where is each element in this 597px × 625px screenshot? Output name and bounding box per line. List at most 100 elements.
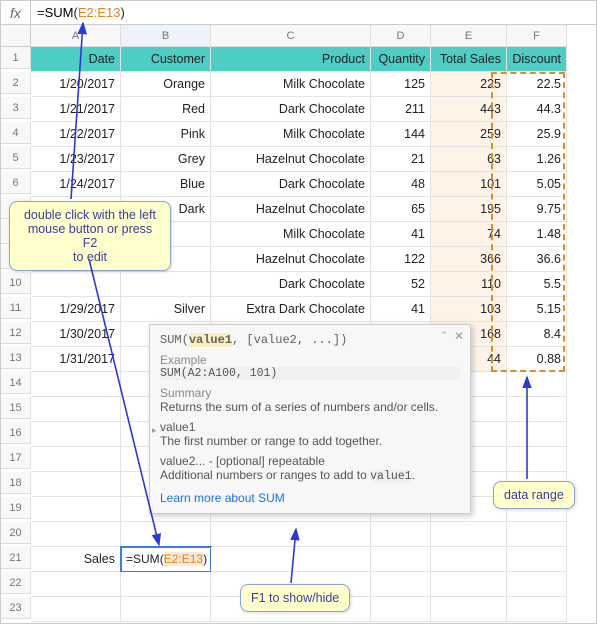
cell[interactable]: 110 (431, 272, 507, 297)
cell[interactable]: 125 (371, 72, 431, 97)
col-header-f[interactable]: F (507, 25, 567, 47)
cell[interactable]: 8.4 (507, 322, 567, 347)
cell[interactable] (371, 572, 431, 597)
row-header[interactable]: 20 (1, 522, 31, 544)
cell[interactable]: Orange (121, 72, 211, 97)
cell[interactable] (507, 372, 567, 397)
cell[interactable] (31, 497, 121, 522)
cell[interactable]: 1.48 (507, 222, 567, 247)
cell[interactable]: 65 (371, 197, 431, 222)
row-header[interactable]: 5 (1, 147, 31, 169)
cell[interactable]: 0.88 (507, 347, 567, 372)
caret-up-icon[interactable]: ⌃ (440, 330, 448, 341)
col-header-d[interactable]: D (371, 25, 431, 47)
row-header[interactable]: 6 (1, 172, 31, 194)
cell[interactable] (431, 547, 507, 572)
row-header[interactable]: 4 (1, 122, 31, 144)
cell[interactable] (31, 472, 121, 497)
cell[interactable]: 22.5 (507, 72, 567, 97)
cell[interactable]: 225 (431, 72, 507, 97)
row-header[interactable]: 2 (1, 72, 31, 94)
cell[interactable] (431, 572, 507, 597)
cell[interactable]: 1/20/2017 (31, 72, 121, 97)
cell[interactable]: Milk Chocolate (211, 122, 371, 147)
cell[interactable]: Hazelnut Chocolate (211, 247, 371, 272)
cell[interactable]: Customer (121, 47, 211, 72)
learn-more-link[interactable]: Learn more about SUM (160, 491, 285, 505)
cell[interactable] (31, 522, 121, 547)
formula-input[interactable]: =SUM(E2:E13) (31, 5, 125, 20)
col-header-b[interactable]: B (121, 25, 211, 47)
cell[interactable] (507, 547, 567, 572)
cell[interactable]: 1/22/2017 (31, 122, 121, 147)
cell[interactable] (371, 522, 431, 547)
row-header[interactable]: 21 (1, 547, 31, 569)
cell[interactable] (121, 597, 211, 622)
row-header[interactable]: 12 (1, 322, 31, 344)
row-header[interactable]: 10 (1, 272, 31, 294)
cell[interactable] (121, 522, 211, 547)
cell[interactable] (31, 397, 121, 422)
cell[interactable]: Discount (507, 47, 567, 72)
close-icon[interactable]: ✕ (454, 329, 464, 343)
row-header[interactable]: 19 (1, 497, 31, 519)
row-header[interactable]: 1 (1, 47, 31, 69)
col-header-a[interactable]: A (31, 25, 121, 47)
cell[interactable] (371, 547, 431, 572)
col-header-c[interactable]: C (211, 25, 371, 47)
row-header[interactable]: 11 (1, 297, 31, 319)
row-header[interactable]: 13 (1, 347, 31, 369)
cell[interactable]: Date (31, 47, 121, 72)
cell[interactable]: Red (121, 97, 211, 122)
cell[interactable]: 1/29/2017 (31, 297, 121, 322)
cell[interactable]: 366 (431, 247, 507, 272)
cell[interactable] (507, 447, 567, 472)
cell[interactable]: Sales (31, 547, 121, 572)
col-header-e[interactable]: E (431, 25, 507, 47)
cell[interactable]: 36.6 (507, 247, 567, 272)
cell[interactable]: 63 (431, 147, 507, 172)
cell[interactable]: 103 (431, 297, 507, 322)
cell[interactable]: 5.5 (507, 272, 567, 297)
cell[interactable] (31, 272, 121, 297)
cell[interactable]: Pink (121, 122, 211, 147)
row-header[interactable]: 14 (1, 372, 31, 394)
cell[interactable]: Dark Chocolate (211, 172, 371, 197)
active-cell[interactable]: =SUM(E2:E13) (121, 547, 211, 572)
cell[interactable]: Dark Chocolate (211, 272, 371, 297)
cell[interactable]: 1.26 (507, 147, 567, 172)
row-header[interactable]: 18 (1, 472, 31, 494)
cell[interactable]: Hazelnut Chocolate (211, 147, 371, 172)
cell[interactable]: 21 (371, 147, 431, 172)
row-header[interactable]: 15 (1, 397, 31, 419)
cell[interactable]: Silver (121, 297, 211, 322)
cell[interactable] (507, 522, 567, 547)
cell[interactable]: 48 (371, 172, 431, 197)
cell[interactable]: 5.05 (507, 172, 567, 197)
cell[interactable]: 41 (371, 222, 431, 247)
cell[interactable]: 195 (431, 197, 507, 222)
cell[interactable] (211, 522, 371, 547)
cell[interactable] (31, 572, 121, 597)
cell[interactable]: 1/31/2017 (31, 347, 121, 372)
cell[interactable] (507, 397, 567, 422)
cell[interactable] (211, 547, 371, 572)
cell[interactable]: 144 (371, 122, 431, 147)
cell[interactable]: Total Sales (431, 47, 507, 72)
cell[interactable] (507, 572, 567, 597)
cell[interactable]: 1/23/2017 (31, 147, 121, 172)
cell[interactable]: Grey (121, 147, 211, 172)
row-header[interactable]: 16 (1, 422, 31, 444)
cell[interactable] (121, 572, 211, 597)
row-header[interactable]: 22 (1, 572, 31, 594)
cell[interactable]: Extra Dark Chocolate (211, 297, 371, 322)
cell[interactable]: 74 (431, 222, 507, 247)
cell[interactable] (121, 272, 211, 297)
cell[interactable]: 259 (431, 122, 507, 147)
cell[interactable]: 1/24/2017 (31, 172, 121, 197)
cell[interactable]: 1/21/2017 (31, 97, 121, 122)
cell[interactable]: 5.15 (507, 297, 567, 322)
fx-icon[interactable]: fx (1, 1, 31, 25)
cell[interactable]: Milk Chocolate (211, 72, 371, 97)
cell[interactable] (31, 372, 121, 397)
